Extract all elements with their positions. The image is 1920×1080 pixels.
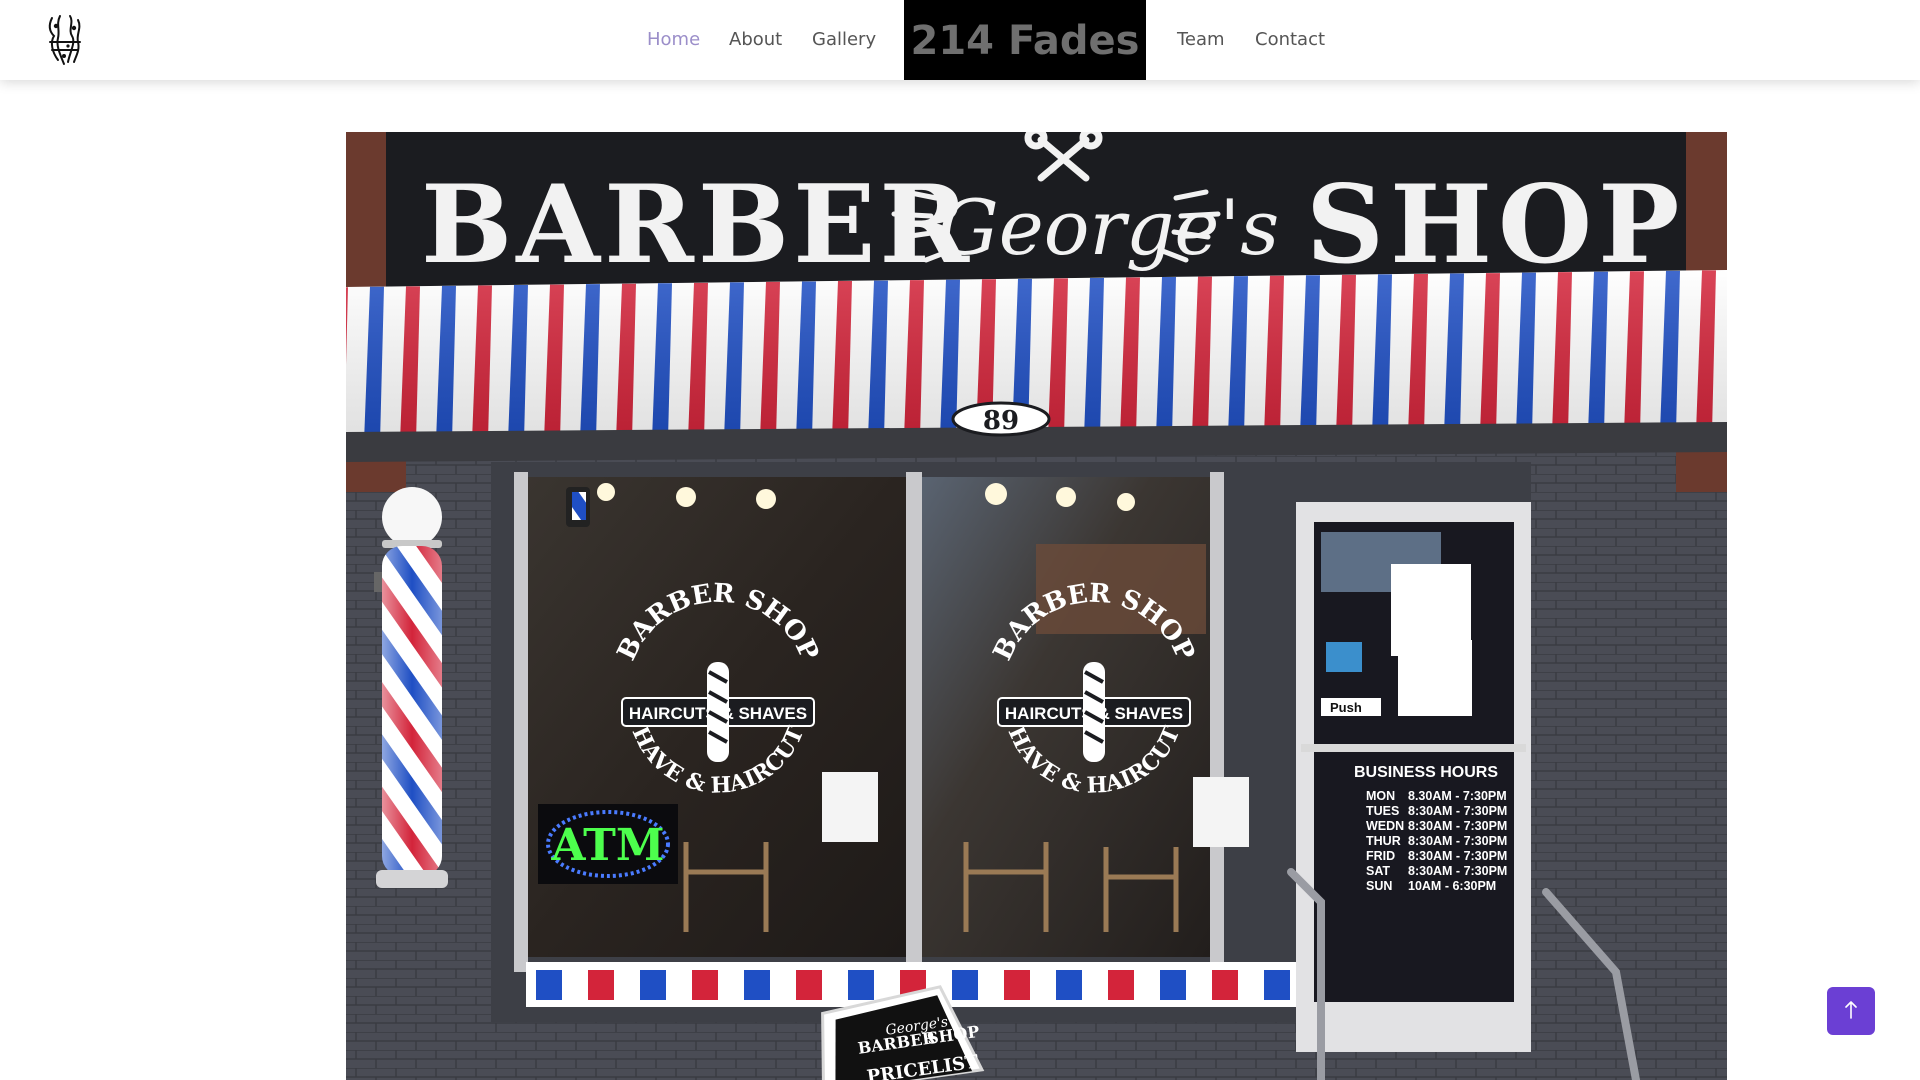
barber-pole xyxy=(374,487,448,888)
hours-day: SUN xyxy=(1366,879,1392,893)
nav-about-link[interactable]: About xyxy=(729,29,782,51)
nav-home-link[interactable]: Home xyxy=(647,29,700,51)
hours-time: 8:30AM - 7:30PM xyxy=(1408,864,1507,878)
hours-time: 8:30AM - 7:30PM xyxy=(1408,804,1507,818)
hours-time: 8:30AM - 7:30PM xyxy=(1408,849,1507,863)
hours-day: WEDN xyxy=(1366,819,1404,833)
site-header: Home About Gallery 214 Fades Team Contac… xyxy=(0,0,1920,80)
hours-time: 10AM - 6:30PM xyxy=(1408,879,1496,893)
nav-team-link[interactable]: Team xyxy=(1177,29,1225,51)
hours-day: FRID xyxy=(1366,849,1395,863)
shop-door: Push BUSINESS HOURS MON 8.30AM - 7:30PM TU… xyxy=(1296,502,1531,1052)
arrow-up-icon xyxy=(1843,1000,1859,1023)
sign-script-name: George's xyxy=(938,183,1279,272)
svg-text:ATM: ATM xyxy=(550,820,664,871)
sign-left-word: BARBER xyxy=(421,162,973,288)
hours-day: THUR xyxy=(1366,834,1401,848)
striped-awning: 89 xyxy=(346,270,1727,462)
hours-day: MON xyxy=(1366,789,1395,803)
hours-day: TUES xyxy=(1366,804,1399,818)
hours-time: 8:30AM - 7:30PM xyxy=(1408,819,1507,833)
brand-title[interactable]: 214 Fades xyxy=(904,0,1146,80)
back-to-top-button[interactable] xyxy=(1827,987,1875,1035)
business-hours-title: BUSINESS HOURS xyxy=(1354,764,1498,781)
svg-text:Push: Push xyxy=(1330,700,1362,715)
atm-neon-sign: ATM xyxy=(538,804,678,884)
hours-day: SAT xyxy=(1366,864,1390,878)
nav-contact-link[interactable]: Contact xyxy=(1255,29,1325,51)
hours-time: 8.30AM - 7:30PM xyxy=(1408,789,1507,803)
awning-number: 89 xyxy=(983,406,1019,436)
nav-gallery-link[interactable]: Gallery xyxy=(812,29,876,51)
fade-logo-icon[interactable] xyxy=(44,12,86,68)
hours-time: 8:30AM - 7:30PM xyxy=(1408,834,1507,848)
hero-storefront-photo: BARBER SHOP George's 89 BARBER SHOP HAIR… xyxy=(346,132,1727,1080)
sign-right-word: SHOP xyxy=(1306,162,1685,288)
